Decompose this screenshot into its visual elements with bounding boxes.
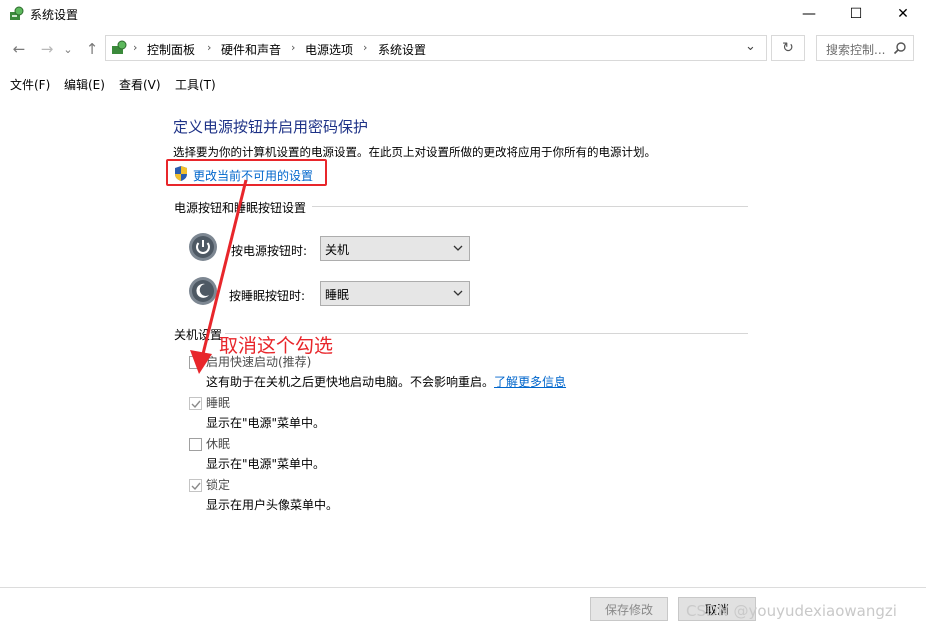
breadcrumb-separator: ›: [291, 41, 296, 54]
sleep-button-action-value: 睡眠: [325, 288, 350, 302]
hibernate-option-description: 显示在"电源"菜单中。: [206, 457, 326, 471]
annotation-text: 取消这个勾选: [219, 335, 334, 357]
chevron-down-icon: [453, 245, 463, 251]
menu-edit[interactable]: 编辑(E): [64, 76, 105, 93]
lock-option-description: 显示在用户头像菜单中。: [206, 498, 339, 512]
save-changes-button[interactable]: 保存修改: [590, 597, 668, 621]
chevron-down-icon: [453, 290, 463, 296]
fast-startup-description: 这有助于在关机之后更快地启动电脑。不会影响重启。了解更多信息: [206, 373, 566, 390]
sleep-option-description: 显示在"电源"菜单中。: [206, 416, 326, 430]
menu-file[interactable]: 文件(F): [10, 76, 50, 93]
search-icon[interactable]: [893, 41, 907, 55]
power-button-action-value: 关机: [325, 243, 350, 257]
breadcrumb-separator: ›: [133, 41, 138, 54]
breadcrumb-hardware-sound[interactable]: 硬件和声音: [221, 41, 281, 58]
lock-option-label: 锁定: [206, 478, 231, 492]
breadcrumb-separator: ›: [363, 41, 368, 54]
breadcrumb-separator: ›: [207, 41, 212, 54]
breadcrumb-power-options[interactable]: 电源选项: [305, 41, 353, 58]
sleep-option-label: 睡眠: [206, 396, 231, 410]
menu-view[interactable]: 查看(V): [119, 76, 161, 93]
checkmark-icon: [191, 400, 201, 409]
watermark: CSDN @youyudexiaowangzi: [686, 602, 897, 620]
hibernate-option-label: 休眠: [206, 437, 231, 451]
footer-divider: [0, 587, 926, 588]
refresh-icon[interactable]: ↻: [771, 35, 805, 61]
back-arrow-icon[interactable]: ←: [8, 38, 30, 60]
learn-more-link[interactable]: 了解更多信息: [494, 375, 566, 389]
window-title: 系统设置: [30, 8, 79, 22]
checkmark-icon: [191, 482, 201, 491]
section-divider: [312, 206, 748, 207]
recent-locations-icon[interactable]: ⌄: [61, 38, 75, 60]
forward-arrow-icon[interactable]: →: [36, 38, 58, 60]
menu-tools[interactable]: 工具(T): [175, 76, 216, 93]
close-button[interactable]: ✕: [880, 0, 926, 28]
address-bar[interactable]: [105, 35, 767, 61]
minimize-button[interactable]: —: [786, 0, 832, 28]
control-panel-icon: [10, 6, 24, 20]
sleep-checkbox[interactable]: [189, 397, 202, 410]
address-dropdown-icon[interactable]: ⌄: [745, 39, 756, 54]
up-arrow-icon[interactable]: ↑: [81, 38, 103, 60]
search-placeholder: 搜索控制...: [826, 43, 886, 57]
power-button-action-select[interactable]: 关机: [320, 236, 470, 261]
lock-checkbox[interactable]: [189, 479, 202, 492]
page-title: 定义电源按钮并启用密码保护: [173, 118, 369, 136]
hibernate-checkbox[interactable]: [189, 438, 202, 451]
maximize-button[interactable]: ☐: [833, 0, 879, 28]
sleep-button-action-select[interactable]: 睡眠: [320, 281, 470, 306]
breadcrumb-control-panel[interactable]: 控制面板: [147, 41, 195, 58]
control-panel-breadcrumb-icon: [112, 40, 127, 54]
page-description: 选择要为你的计算机设置的电源设置。在此页上对设置所做的更改将应用于你所有的电源计…: [173, 145, 656, 159]
breadcrumb-system-settings[interactable]: 系统设置: [378, 41, 426, 58]
